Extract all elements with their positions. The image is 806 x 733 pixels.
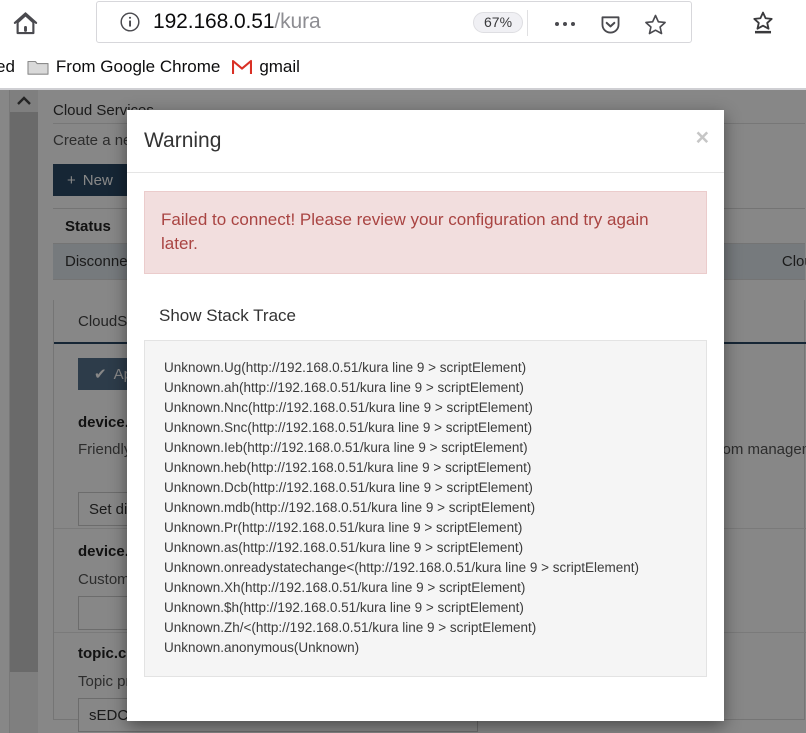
url-path: /kura: [274, 10, 321, 33]
stack-trace-line: Unknown.anonymous(Unknown): [164, 640, 360, 655]
error-alert: Failed to connect! Please review your co…: [144, 191, 707, 274]
navigation-toolbar: 192.168.0.51/kura 67%: [0, 0, 806, 45]
browser-chrome: 192.168.0.51/kura 67% ed From Google Chr…: [0, 0, 806, 90]
bookmark-folder-from-google-chrome[interactable]: From Google Chrome: [21, 52, 226, 82]
url-bar[interactable]: 192.168.0.51/kura 67%: [96, 1, 692, 43]
bookmark-item-truncated[interactable]: ed: [0, 52, 21, 82]
stack-trace-line: Unknown.onreadystatechange<(http://192.1…: [164, 560, 640, 575]
gmail-m-icon: [232, 59, 253, 75]
stack-trace-line: Unknown.heb(http://192.168.0.51/kura lin…: [164, 460, 532, 475]
dialog-header: Warning ×: [127, 110, 724, 173]
zoom-level-badge[interactable]: 67%: [473, 12, 524, 33]
dialog-body: Failed to connect! Please review your co…: [127, 173, 724, 677]
pocket-shield-icon[interactable]: [597, 11, 623, 37]
stack-trace-line: Unknown.mdb(http://192.168.0.51/kura lin…: [164, 500, 536, 515]
home-icon[interactable]: [5, 3, 45, 43]
save-to-pocket-icon[interactable]: [748, 8, 778, 38]
stack-trace-line: Unknown.Ieb(http://192.168.0.51/kura lin…: [164, 440, 528, 455]
stack-trace-line: Unknown.Nnc(http://192.168.0.51/kura lin…: [164, 400, 533, 415]
stack-trace-line: Unknown.as(http://192.168.0.51/kura line…: [164, 540, 524, 555]
stack-trace-line: Unknown.Snc(http://192.168.0.51/kura lin…: [164, 420, 533, 435]
info-circle-icon[interactable]: [119, 11, 141, 33]
ellipsis-dots: [555, 22, 575, 26]
toolbar-separator: [527, 10, 528, 36]
stack-trace-line: Unknown.$h(http://192.168.0.51/kura line…: [164, 600, 524, 615]
stack-trace-line: Unknown.Ug(http://192.168.0.51/kura line…: [164, 360, 527, 375]
bookmarks-bar: ed From Google Chrome gmail: [0, 45, 806, 89]
stack-trace-line: Unknown.Dcb(http://192.168.0.51/kura lin…: [164, 480, 533, 495]
url-host: 192.168.0.51: [153, 10, 275, 33]
stack-trace-line: Unknown.ah(http://192.168.0.51/kura line…: [164, 380, 524, 395]
stack-trace-box[interactable]: Unknown.Ug(http://192.168.0.51/kura line…: [144, 340, 707, 677]
warning-dialog: Warning × Failed to connect! Please revi…: [127, 110, 724, 721]
browser-window: Cloud Services Create a new cloud connec…: [0, 0, 806, 733]
stack-trace-line: Unknown.Pr(http://192.168.0.51/kura line…: [164, 520, 523, 535]
bookmark-label: ed: [0, 57, 15, 76]
url-text: 192.168.0.51/kura: [153, 10, 321, 34]
bookmark-label: From Google Chrome: [55, 57, 221, 76]
ellipsis-icon[interactable]: [552, 11, 578, 37]
folder-icon: [27, 58, 49, 76]
stack-trace-line: Unknown.Zh/<(http://192.168.0.51/kura li…: [164, 620, 537, 635]
stack-trace-heading[interactable]: Show Stack Trace: [159, 306, 707, 326]
stack-trace-line: Unknown.Xh(http://192.168.0.51/kura line…: [164, 580, 526, 595]
close-icon[interactable]: ×: [696, 126, 709, 149]
bookmark-gmail[interactable]: gmail: [226, 52, 306, 82]
star-icon[interactable]: [642, 11, 668, 37]
dialog-title: Warning: [144, 129, 222, 152]
bookmark-label: gmail: [259, 57, 300, 76]
chrome-divider: [0, 88, 806, 90]
